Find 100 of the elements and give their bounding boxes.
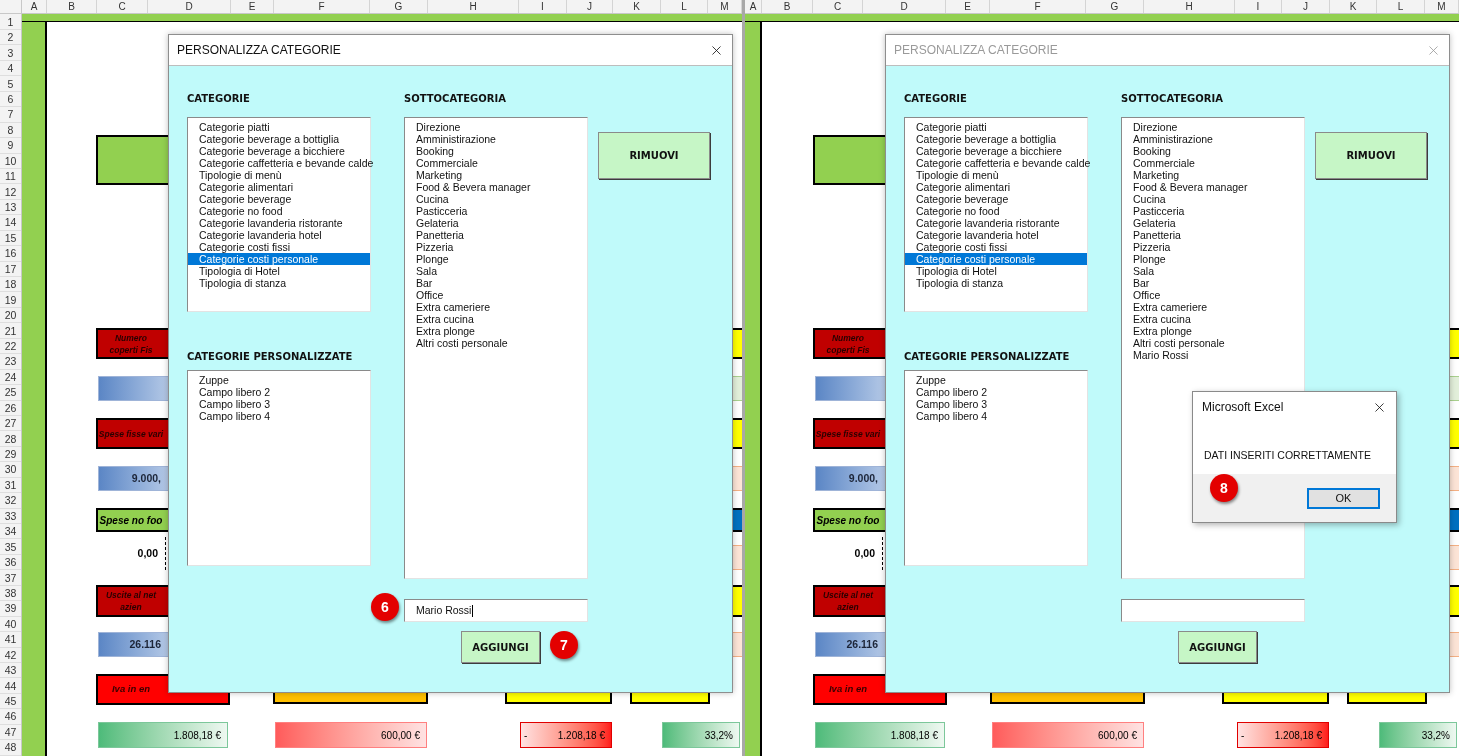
list-item[interactable]: Campo libero 3 xyxy=(905,398,1087,410)
row-header[interactable]: 34 xyxy=(0,524,21,540)
list-item[interactable]: Extra plonge xyxy=(405,325,587,337)
row-header[interactable]: 12 xyxy=(0,184,21,200)
list-item[interactable]: Panetteria xyxy=(1122,229,1304,241)
list-item[interactable]: Categorie beverage a bottiglia xyxy=(188,133,370,145)
list-item[interactable]: Booking xyxy=(405,145,587,157)
list-item[interactable]: Office xyxy=(1122,289,1304,301)
row-header[interactable]: 22 xyxy=(0,338,21,355)
row-header[interactable]: 38 xyxy=(0,585,21,602)
list-item[interactable]: Cucina xyxy=(1122,193,1304,205)
list-item[interactable]: Plonge xyxy=(1122,253,1304,265)
list-item[interactable]: Tipologia di stanza xyxy=(188,277,370,289)
list-item[interactable]: Plonge xyxy=(405,253,587,265)
list-item[interactable]: Marketing xyxy=(405,169,587,181)
list-item[interactable]: Cucina xyxy=(405,193,587,205)
row-header[interactable]: 25 xyxy=(0,385,21,401)
row-header[interactable]: 14 xyxy=(0,215,21,231)
row-header[interactable]: 44 xyxy=(0,678,21,694)
list-item[interactable]: Categorie alimentari xyxy=(188,181,370,193)
column-header[interactable]: F xyxy=(274,0,370,13)
column-header[interactable]: L xyxy=(661,0,708,13)
list-item[interactable]: Campo libero 2 xyxy=(905,386,1087,398)
row-header[interactable]: 19 xyxy=(0,292,21,308)
list-item[interactable]: Commerciale xyxy=(1122,157,1304,169)
list-item[interactable]: Pizzeria xyxy=(1122,241,1304,253)
list-box[interactable] xyxy=(404,117,588,579)
list-item[interactable]: Bar xyxy=(1122,277,1304,289)
row-header[interactable]: 21 xyxy=(0,323,21,339)
list-item[interactable]: Extra cameriere xyxy=(405,301,587,313)
column-header[interactable]: A xyxy=(745,0,762,13)
list-item[interactable]: Categorie costi personale xyxy=(905,253,1087,265)
row-header[interactable]: 20 xyxy=(0,307,21,324)
row-header[interactable]: 46 xyxy=(0,709,21,725)
list-item[interactable]: Extra cucina xyxy=(1122,313,1304,325)
row-header[interactable]: 27 xyxy=(0,415,21,432)
remove-button[interactable]: RIMUOVI xyxy=(1315,132,1427,179)
list-item[interactable]: Campo libero 3 xyxy=(188,398,370,410)
column-header[interactable]: B xyxy=(762,0,813,13)
row-header[interactable]: 13 xyxy=(0,199,21,216)
list-item[interactable]: Booking xyxy=(1122,145,1304,157)
list-item[interactable]: Direzione xyxy=(1122,121,1304,133)
row-header[interactable]: 6 xyxy=(0,91,21,108)
column-header[interactable]: A xyxy=(22,0,47,13)
column-header[interactable]: H xyxy=(1144,0,1235,13)
column-header[interactable]: B xyxy=(47,0,97,13)
list-item[interactable]: Categorie lavanderia ristorante xyxy=(188,217,370,229)
row-header[interactable]: 36 xyxy=(0,554,21,571)
list-item[interactable]: Tipologie di menù xyxy=(905,169,1087,181)
list-item[interactable]: Zuppe xyxy=(188,374,370,386)
row-header[interactable]: 40 xyxy=(0,616,21,633)
list-item[interactable]: Altri costi personale xyxy=(1122,337,1304,349)
column-header[interactable]: G xyxy=(370,0,428,13)
column-header[interactable]: I xyxy=(1235,0,1282,13)
list-item[interactable]: Direzione xyxy=(405,121,587,133)
column-header[interactable]: E xyxy=(231,0,274,13)
row-header[interactable]: 28 xyxy=(0,431,21,447)
column-header[interactable]: I xyxy=(519,0,567,13)
remove-button[interactable]: RIMUOVI xyxy=(598,132,710,179)
column-header[interactable]: D xyxy=(863,0,946,13)
list-item[interactable]: Categorie lavanderia hotel xyxy=(905,229,1087,241)
list-item[interactable]: Food & Bevera manager xyxy=(1122,181,1304,193)
row-header[interactable]: 43 xyxy=(0,662,21,679)
list-item[interactable]: Categorie beverage xyxy=(905,193,1087,205)
list-item[interactable]: Zuppe xyxy=(905,374,1087,386)
list-item[interactable]: Tipologia di Hotel xyxy=(188,265,370,277)
row-header[interactable]: 10 xyxy=(0,153,21,169)
column-header[interactable]: K xyxy=(1330,0,1377,13)
list-item[interactable]: Extra cucina xyxy=(405,313,587,325)
list-item[interactable]: Categorie piatti xyxy=(188,121,370,133)
row-header[interactable]: 32 xyxy=(0,493,21,509)
list-item[interactable]: Categorie lavanderia ristorante xyxy=(905,217,1087,229)
list-item[interactable]: Campo libero 2 xyxy=(188,386,370,398)
column-header[interactable]: J xyxy=(567,0,613,13)
row-header[interactable]: 23 xyxy=(0,354,21,370)
row-header[interactable]: 18 xyxy=(0,277,21,293)
list-item[interactable]: Categorie piatti xyxy=(905,121,1087,133)
row-header[interactable]: 9 xyxy=(0,138,21,154)
column-header[interactable]: C xyxy=(813,0,863,13)
row-header[interactable]: 4 xyxy=(0,60,21,77)
row-header[interactable]: 47 xyxy=(0,724,21,741)
column-header[interactable]: G xyxy=(1086,0,1144,13)
list-item[interactable]: Categorie costi fissi xyxy=(188,241,370,253)
list-item[interactable]: Pasticceria xyxy=(1122,205,1304,217)
row-header[interactable]: 8 xyxy=(0,122,21,139)
list-item[interactable]: Categorie beverage a bicchiere xyxy=(188,145,370,157)
list-item[interactable]: Tipologia di stanza xyxy=(905,277,1087,289)
list-item[interactable]: Amministirazione xyxy=(405,133,587,145)
column-header[interactable]: F xyxy=(990,0,1086,13)
list-item[interactable]: Commerciale xyxy=(405,157,587,169)
column-header[interactable]: C xyxy=(97,0,148,13)
list-item[interactable]: Tipologie di menù xyxy=(188,169,370,181)
list-item[interactable]: Categorie costi personale xyxy=(188,253,370,265)
list-item[interactable]: Gelateria xyxy=(1122,217,1304,229)
list-item[interactable]: Categorie beverage a bicchiere xyxy=(905,145,1087,157)
add-button[interactable]: AGGIUNGI xyxy=(461,631,540,663)
list-item[interactable]: Categorie costi fissi xyxy=(905,241,1087,253)
list-item[interactable]: Food & Bevera manager xyxy=(405,181,587,193)
list-box[interactable]: Zuppe Campo libero 2 Campo libero 3 Campo libero 4 xyxy=(904,370,1088,566)
row-header[interactable]: 45 xyxy=(0,693,21,710)
